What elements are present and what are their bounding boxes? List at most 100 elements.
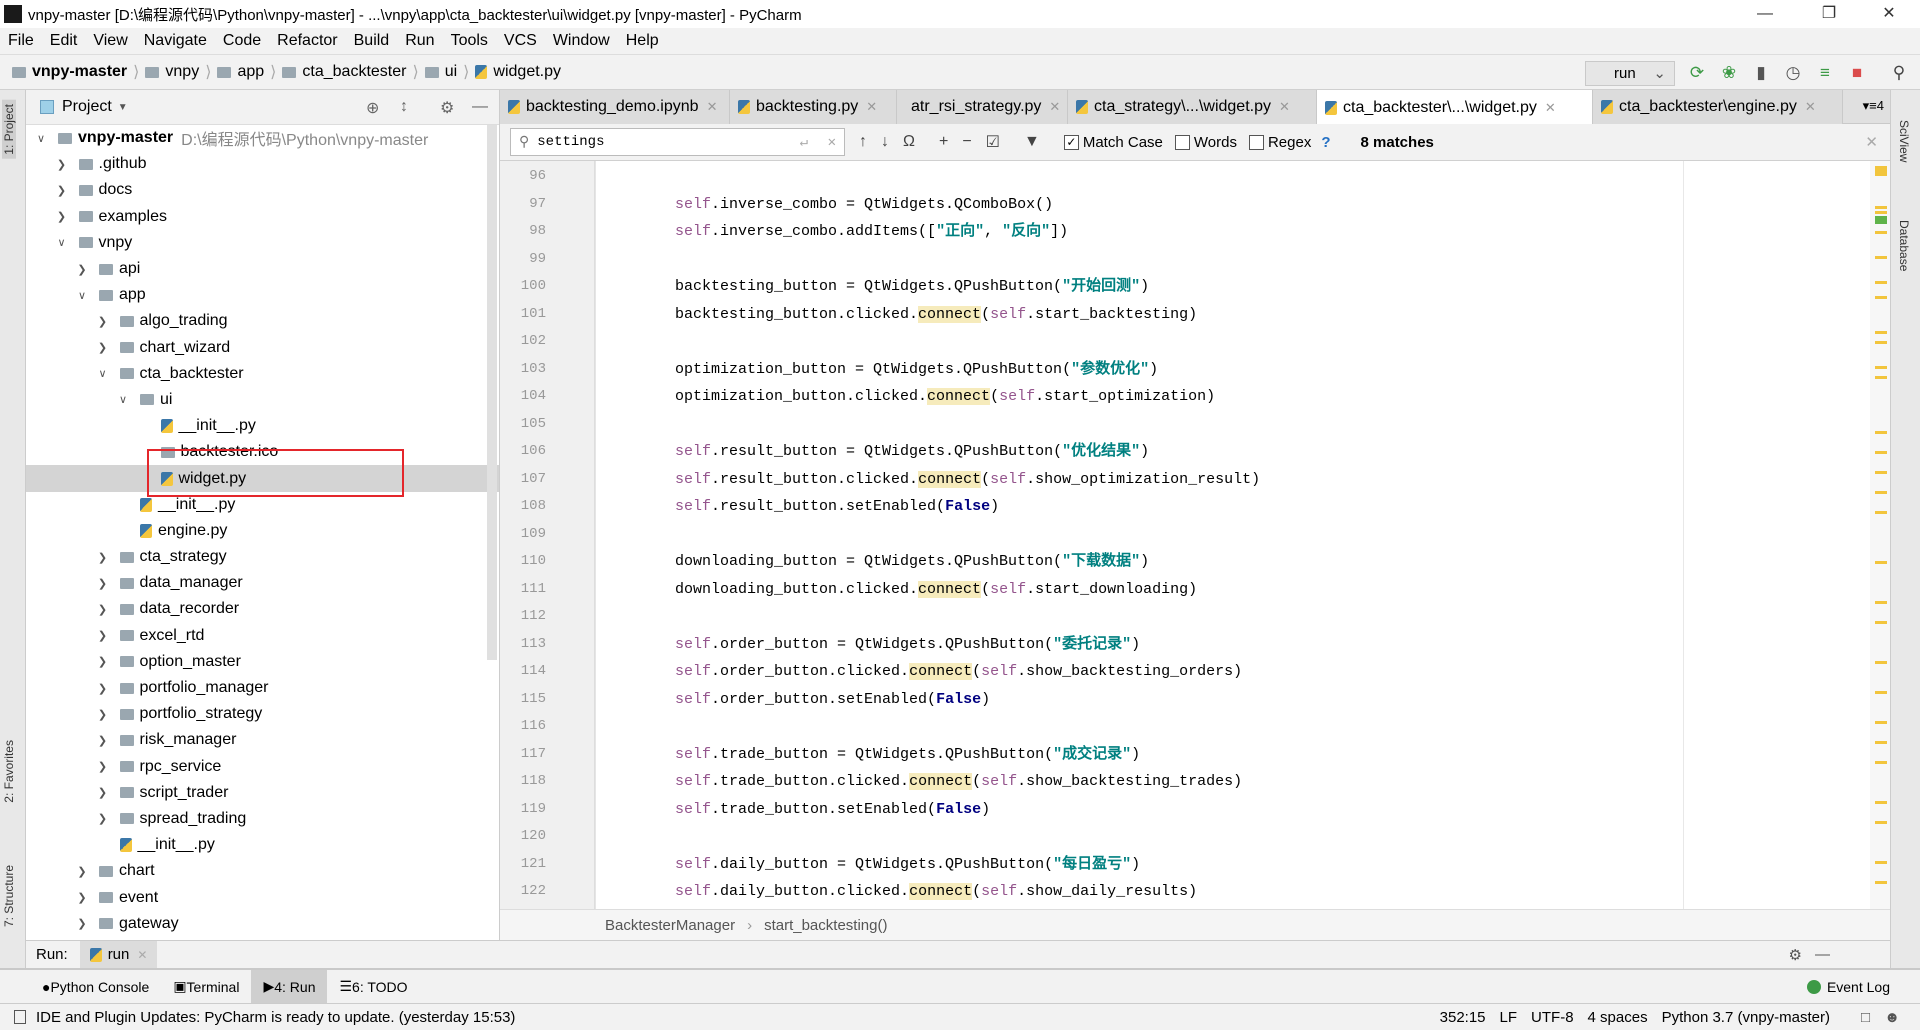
close-icon[interactable]: ✕ [1545,100,1556,116]
chevron-down-icon[interactable]: ▼ [118,102,128,113]
close-icon[interactable]: ✕ [1049,99,1060,115]
close-icon[interactable]: ✕ [1805,99,1816,115]
menu-vcs[interactable]: VCS [504,32,537,50]
project-tool-tab[interactable]: 1: Project [2,100,16,159]
words-checkbox[interactable]: Words [1174,134,1237,151]
chevron-right-icon[interactable]: ❯ [55,158,69,171]
editor-tab[interactable]: cta_backtester\...\widget.py ✕ [1317,90,1593,125]
minimize-button[interactable]: — [1742,0,1788,28]
tree-item[interactable]: ❯ cta_strategy [26,544,499,570]
run-concurrency-icon[interactable]: ≡ [1814,62,1836,84]
tree-item[interactable]: ❯ chart [26,858,499,884]
menu-help[interactable]: Help [626,32,659,50]
match-marker[interactable] [1875,741,1887,744]
menu-edit[interactable]: Edit [50,32,78,50]
filter-icon[interactable]: ▼ [1024,133,1040,151]
chevron-down-icon[interactable]: ∨ [75,289,89,302]
chevron-right-icon[interactable]: ❯ [96,655,110,668]
coverage-icon[interactable]: ▮ [1750,62,1772,84]
tree-item[interactable]: ❯ chart_wizard [26,335,499,361]
tree-item[interactable]: ∨ app [26,282,499,308]
chevron-down-icon[interactable]: ∨ [34,132,48,145]
hide-icon[interactable]: — [1815,946,1830,963]
match-marker[interactable] [1875,166,1887,176]
file-encoding[interactable]: UTF-8 [1531,1009,1574,1026]
chevron-right-icon[interactable]: ❯ [75,917,89,930]
chevron-right-icon[interactable]: ❯ [96,786,110,799]
chevron-right-icon[interactable]: ❯ [75,891,89,904]
menu-file[interactable]: File [8,32,34,50]
chevron-right-icon[interactable]: ❯ [96,341,110,354]
match-marker[interactable] [1875,801,1887,804]
search-input[interactable]: settings [537,134,604,150]
editor-tab[interactable]: cta_strategy\...\widget.py ✕ [1068,90,1317,124]
match-marker[interactable] [1875,661,1887,664]
search-everywhere-icon[interactable]: ⚲ [1888,62,1910,84]
add-selection-icon[interactable]: + [939,133,948,151]
match-case-checkbox[interactable]: ✓ Match Case [1063,134,1163,151]
menu-navigate[interactable]: Navigate [144,32,207,50]
match-marker[interactable] [1875,206,1887,209]
chevron-right-icon[interactable]: ❯ [96,629,110,642]
close-icon[interactable]: ✕ [707,99,718,115]
match-marker[interactable] [1875,601,1887,604]
tool-window-tab[interactable]: ▶ 4: Run [251,970,328,1003]
close-icon[interactable]: ✕ [137,948,147,962]
tree-item[interactable]: ❯ excel_rtd [26,623,499,649]
match-marker[interactable] [1875,761,1887,764]
remove-selection-icon[interactable]: − [962,133,971,151]
match-marker[interactable] [1875,491,1887,494]
locate-icon[interactable]: ⊕ [366,98,379,118]
menu-code[interactable]: Code [223,32,261,50]
chevron-right-icon[interactable]: ❯ [96,708,110,721]
chevron-down-icon[interactable]: ∨ [55,236,69,249]
rerun-icon[interactable]: ⟳ [1686,62,1708,84]
favorites-tool-tab[interactable]: 2: Favorites [2,740,16,803]
tree-item[interactable]: ❯ api [26,256,499,282]
menu-build[interactable]: Build [354,32,390,50]
match-marker[interactable] [1875,376,1887,379]
line-separator[interactable]: LF [1500,1009,1518,1026]
tree-item[interactable]: ❯ rpc_service [26,754,499,780]
close-icon[interactable]: ✕ [1279,99,1290,115]
chevron-right-icon[interactable]: ❯ [55,184,69,197]
code-editor[interactable]: self.inverse_combo = QtWidgets.QComboBox… [596,161,1870,909]
close-window-button[interactable]: ✕ [1866,0,1912,28]
breadcrumb-item[interactable]: widget.py [475,63,561,81]
chevron-right-icon[interactable]: ❯ [96,603,110,616]
match-marker[interactable] [1875,331,1887,334]
tree-item[interactable]: ❯ portfolio_strategy [26,701,499,727]
tree-item[interactable]: ❯ data_manager [26,570,499,596]
debug-icon[interactable]: ❀ [1718,62,1740,84]
gear-icon[interactable]: ⚙ [440,98,454,118]
chevron-right-icon[interactable]: ❯ [75,263,89,276]
match-marker[interactable] [1875,881,1887,884]
breadcrumb-method[interactable]: start_backtesting() [764,917,887,934]
chevron-right-icon[interactable]: ❯ [55,210,69,223]
tree-item[interactable]: ❯ portfolio_manager [26,675,499,701]
menu-window[interactable]: Window [553,32,610,50]
newline-icon[interactable]: ↵ [800,134,808,151]
match-marker[interactable] [1875,451,1887,454]
chevron-right-icon[interactable]: ❯ [96,577,110,590]
match-marker[interactable] [1875,821,1887,824]
tree-item[interactable]: ❯ script_trader [26,780,499,806]
tree-item[interactable]: ❯ spread_trading [26,806,499,832]
tool-window-tab[interactable]: ☰ 6: TODO [327,970,419,1003]
profile-icon[interactable]: ◷ [1782,62,1804,84]
match-marker[interactable] [1875,861,1887,864]
structure-tool-tab[interactable]: 7: Structure [2,865,16,927]
tree-item[interactable]: ❯ option_master [26,649,499,675]
match-marker[interactable] [1875,691,1887,694]
tree-item[interactable]: ❯ gateway [26,911,499,937]
indent-setting[interactable]: 4 spaces [1588,1009,1648,1026]
menu-run[interactable]: Run [405,32,434,50]
tabs-overflow-button[interactable]: ▾≡4 [1863,98,1884,114]
run-configuration-select[interactable]: run ⌄ [1585,61,1675,86]
notification-icon[interactable] [14,1010,26,1024]
editor-tab[interactable]: backtesting_demo.ipynb ✕ [500,90,730,124]
tree-item[interactable]: ❯ event [26,884,499,910]
search-icon[interactable]: ⚲ [519,134,529,151]
caret-position[interactable]: 352:15 [1440,1009,1486,1026]
collapse-all-icon[interactable]: ↕ [400,98,408,116]
